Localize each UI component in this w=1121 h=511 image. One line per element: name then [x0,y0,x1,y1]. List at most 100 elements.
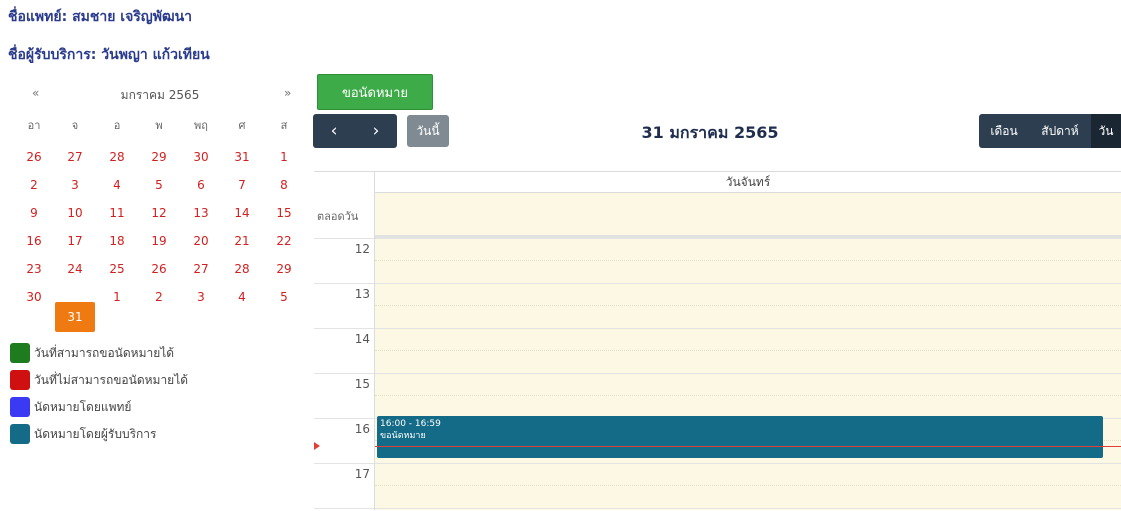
mini-day[interactable]: 13 [181,203,221,223]
mini-day[interactable]: 22 [264,231,304,251]
mini-day[interactable]: 15 [264,203,304,223]
legend-swatch [10,397,30,417]
mini-day[interactable]: 28 [222,259,262,279]
mini-day[interactable]: 26 [14,147,54,167]
hour-line [314,508,1121,509]
mini-day[interactable]: 19 [139,231,179,251]
doctor-name: ชื่อแพทย์: สมชาย เจริญพัฒนา [8,9,193,25]
mini-day[interactable]: 10 [55,203,95,223]
half-hour-line [375,395,1121,396]
mini-day[interactable]: 12 [139,203,179,223]
hour-line [314,283,1121,284]
mini-day[interactable]: 16 [14,231,54,251]
mini-day[interactable]: 7 [222,175,262,195]
weekday-label: จ [71,119,79,132]
mini-day-selected[interactable]: 31 [55,302,95,332]
legend-label: นัดหมายโดยผู้รับบริการ [34,426,157,441]
mini-day[interactable]: 21 [222,231,262,251]
mini-day[interactable]: 27 [55,147,95,167]
mini-day[interactable]: 3 [181,287,221,307]
mini-day[interactable]: 8 [264,175,304,195]
today-button[interactable]: วันนี้ [407,115,449,147]
mini-day[interactable]: 29 [139,147,179,167]
mini-day[interactable]: 9 [14,203,54,223]
mini-day[interactable]: 4 [97,175,137,195]
mini-day[interactable]: 1 [264,147,304,167]
prev-button[interactable]: ‹ [313,114,355,148]
legend-swatch [10,343,30,363]
mini-day[interactable]: 28 [97,147,137,167]
mini-day[interactable]: 4 [222,287,262,307]
allday-row[interactable] [375,193,1121,238]
half-hour-line [375,260,1121,261]
time-slots[interactable] [375,238,1121,510]
mini-day[interactable]: 17 [55,231,95,251]
hour-label: 13 [354,287,370,301]
next-button[interactable]: › [355,114,397,148]
patient-name: ชื่อผู้รับบริการ: วันพญา แก้วเทียน [8,47,210,63]
mini-day[interactable]: 1 [97,287,137,307]
hour-line [314,238,1121,239]
hour-label: 17 [354,467,370,481]
weekday-label: ส [280,119,288,132]
day-column-header: วันจันทร์ [375,172,1121,193]
view-week-button[interactable]: สัปดาห์ [1029,114,1091,148]
half-hour-line [375,305,1121,306]
mini-day[interactable]: 11 [97,203,137,223]
mini-day[interactable]: 2 [139,287,179,307]
legend-item: วันที่ไม่สามารถขอนัดหมายได้ [10,369,188,391]
mini-day[interactable]: 20 [181,231,221,251]
mini-day[interactable]: 30 [181,147,221,167]
hour-line [314,328,1121,329]
view-month-button[interactable]: เดือน [979,114,1029,148]
view-day-button[interactable]: วัน [1091,114,1121,148]
mini-day[interactable]: 30 [14,287,54,307]
hour-label: 14 [354,332,370,346]
legend-label: นัดหมายโดยแพทย์ [34,399,132,414]
mini-day[interactable]: 27 [181,259,221,279]
mini-prev-button[interactable]: « [32,86,39,100]
mini-day[interactable]: 2 [14,175,54,195]
allday-label: ตลอดวัน [317,210,359,223]
mini-day[interactable]: 31 [222,147,262,167]
mini-day[interactable]: 6 [181,175,221,195]
mini-day[interactable]: 14 [222,203,262,223]
mini-day[interactable]: 24 [55,259,95,279]
mini-day[interactable]: 18 [97,231,137,251]
legend-item: นัดหมายโดยแพทย์ [10,396,131,418]
mini-day[interactable]: 29 [264,259,304,279]
legend-swatch [10,370,30,390]
legend-label: วันที่ไม่สามารถขอนัดหมายได้ [34,372,189,387]
mini-day[interactable]: 23 [14,259,54,279]
weekday-label: ศ [238,119,246,132]
current-time-line [375,446,1121,447]
mini-day[interactable]: 5 [139,175,179,195]
axis-divider [374,171,375,510]
half-hour-line [375,350,1121,351]
hour-label: 16 [354,422,370,436]
hour-label: 15 [354,377,370,391]
legend-swatch [10,424,30,444]
mini-day[interactable]: 5 [264,287,304,307]
hour-label: 12 [354,242,370,256]
legend-label: วันที่สามารถขอนัดหมายได้ [34,345,175,360]
mini-day[interactable]: 26 [139,259,179,279]
current-time-arrow-icon [314,442,320,450]
event-time: 16:00 - 16:59 [380,419,441,429]
hour-line [314,373,1121,374]
book-appointment-button[interactable]: ขอนัดหมาย [317,74,433,110]
legend-item: วันที่สามารถขอนัดหมายได้ [10,342,174,364]
mini-calendar-title: มกราคม 2565 [120,88,200,102]
legend-item: นัดหมายโดยผู้รับบริการ [10,423,156,445]
mini-day[interactable]: 25 [97,259,137,279]
hour-line [314,463,1121,464]
event-title: ขอนัดหมาย [380,431,426,441]
weekday-label: อ [113,119,121,132]
weekday-label: พ [155,119,163,132]
mini-next-button[interactable]: » [284,86,291,100]
view-switcher: เดือน สัปดาห์ วัน [979,114,1121,148]
calendar-title: 31 มกราคม 2565 [641,123,779,142]
mini-day[interactable]: 3 [55,175,95,195]
half-hour-line [375,485,1121,486]
appointment-event[interactable]: 16:00 - 16:59 ขอนัดหมาย [377,416,1103,458]
